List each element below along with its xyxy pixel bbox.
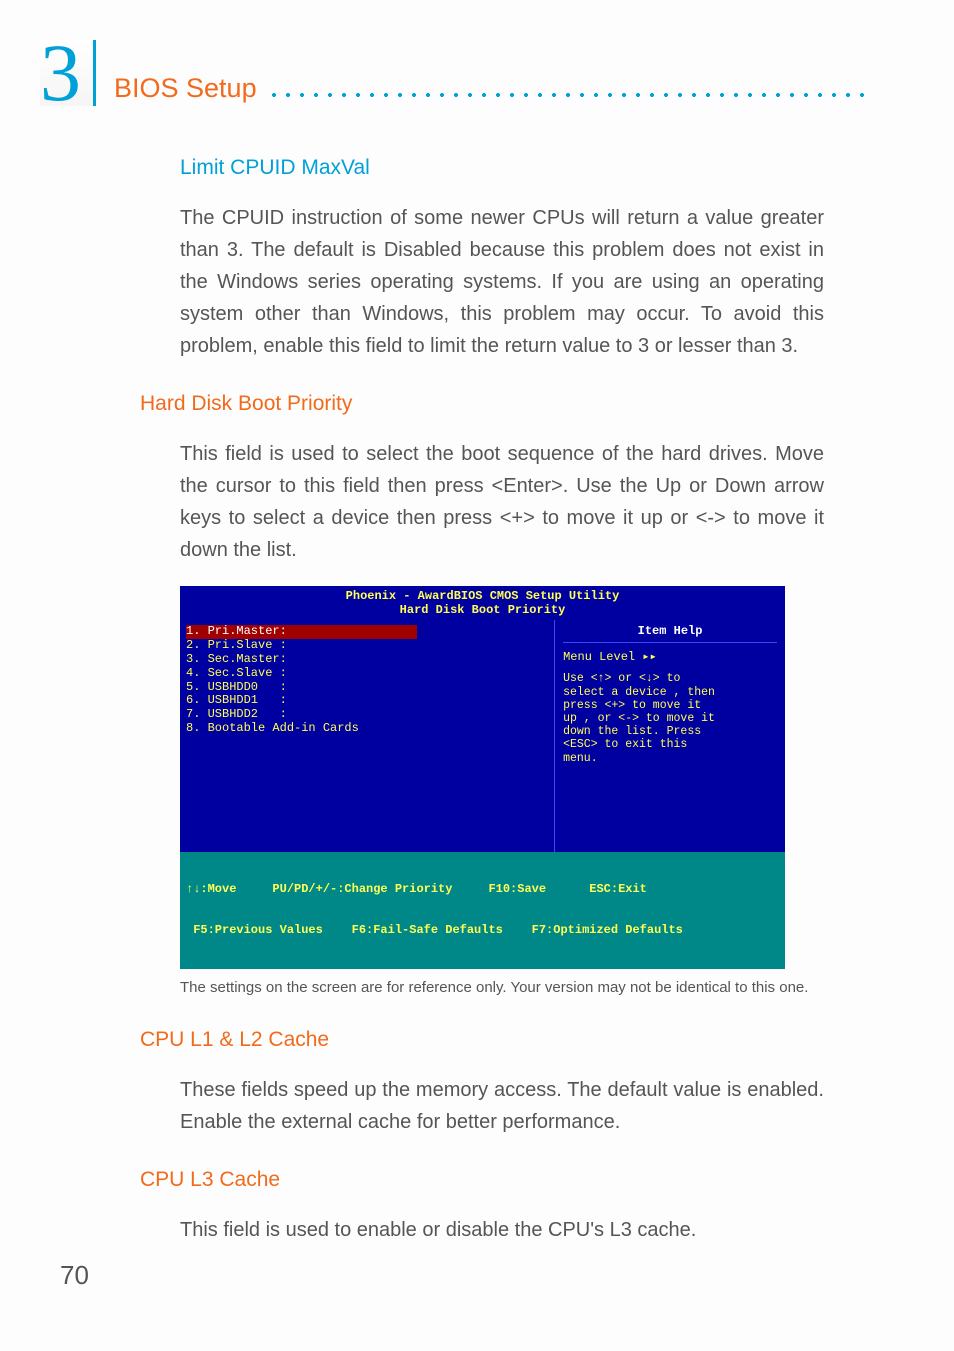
bios-item-1-selected: 1. Pri.Master:: [186, 625, 417, 639]
body-cpu-l1l2: These fields speed up the memory access.…: [180, 1074, 824, 1138]
bios-item-3: 3. Sec.Master:: [186, 653, 548, 667]
section-title-hard-disk: Hard Disk Boot Priority: [140, 392, 824, 416]
bios-device-list: 1. Pri.Master: 2. Pri.Slave : 3. Sec.Mas…: [180, 620, 555, 852]
chapter-number: 3: [40, 40, 96, 106]
bios-item-7: 7. USBHDD2 :: [186, 708, 548, 722]
bios-item-2: 2. Pri.Slave :: [186, 639, 548, 653]
page-content: 3 BIOS Setup Limit CPUID MaxVal The CPUI…: [0, 0, 954, 1296]
bios-footer-line1: ↑↓:Move PU/PD/+/-:Change Priority F10:Sa…: [186, 883, 779, 897]
bios-screenshot: Phoenix - AwardBIOS CMOS Setup Utility H…: [180, 586, 785, 969]
chapter-header: 3 BIOS Setup: [40, 40, 874, 106]
bios-body: 1. Pri.Master: 2. Pri.Slave : 3. Sec.Mas…: [180, 620, 785, 852]
bios-item-8: 8. Bootable Add-in Cards: [186, 722, 548, 736]
section-title-cpu-l3: CPU L3 Cache: [140, 1168, 824, 1192]
page-number: 70: [60, 1260, 89, 1291]
bios-menu-level: Menu Level ▸▸: [563, 649, 777, 664]
section-title-cpu-l1l2: CPU L1 & L2 Cache: [140, 1028, 824, 1052]
bios-help-panel: Item Help Menu Level ▸▸ Use <↑> or <↓> t…: [555, 620, 785, 852]
section-title-limit-cpuid: Limit CPUID MaxVal: [180, 156, 824, 180]
screenshot-caption: The settings on the screen are for refer…: [180, 977, 824, 998]
bios-item-5: 5. USBHDD0 :: [186, 681, 548, 695]
bios-title-bar: Phoenix - AwardBIOS CMOS Setup Utility H…: [180, 586, 785, 621]
bios-item-4: 4. Sec.Slave :: [186, 667, 548, 681]
body-hard-disk: This field is used to select the boot se…: [180, 438, 824, 566]
bios-footer: ↑↓:Move PU/PD/+/-:Change Priority F10:Sa…: [180, 852, 785, 968]
chapter-title: BIOS Setup: [114, 73, 257, 106]
bios-help-title: Item Help: [563, 624, 777, 643]
main-content: Limit CPUID MaxVal The CPUID instruction…: [140, 156, 824, 1246]
body-limit-cpuid: The CPUID instruction of some newer CPUs…: [180, 202, 824, 362]
bios-item-6: 6. USBHDD1 :: [186, 694, 548, 708]
bios-footer-line2: F5:Previous Values F6:Fail-Safe Defaults…: [186, 924, 779, 938]
bios-title-line2: Hard Disk Boot Priority: [180, 603, 785, 617]
bios-help-text: Use <↑> or <↓> to select a device , then…: [563, 672, 777, 765]
body-cpu-l3: This field is used to enable or disable …: [180, 1214, 824, 1246]
bios-title-line1: Phoenix - AwardBIOS CMOS Setup Utility: [180, 589, 785, 603]
header-dots-decoration: [267, 90, 874, 100]
